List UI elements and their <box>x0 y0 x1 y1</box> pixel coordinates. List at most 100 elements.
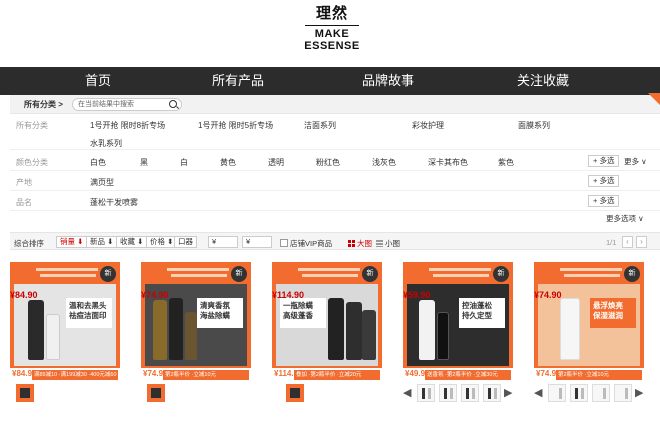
thumbnail-strip <box>10 384 120 408</box>
color-option[interactable]: 白色 <box>90 157 106 168</box>
thumb-prev-icon[interactable]: ◀ <box>403 386 411 400</box>
thumbnail[interactable] <box>16 384 34 402</box>
product-card[interactable]: 新 温和去黑头 祛痘洁面印 ¥84.9 满89减10 ·满199减30 ·400元… <box>10 262 120 408</box>
product-image[interactable]: 新 控油蓬松 持久定型 ¥49.9 送香氛 ·第2瓶半价 ·立减30元 <box>403 262 513 380</box>
sort-general[interactable]: 综合排序 <box>14 238 44 249</box>
all-categories-link[interactable]: 所有分类 > <box>24 99 63 110</box>
brand-logo[interactable]: 理然 MAKE ESSENSE <box>296 4 368 60</box>
more-colors-link[interactable]: 更多 ∨ <box>624 156 647 167</box>
price-range-toggle[interactable]: 口器 <box>174 236 197 248</box>
color-option[interactable]: 黄色 <box>220 157 236 168</box>
big-view-label: 大图 <box>357 239 372 248</box>
brand-en-2: ESSENSE <box>304 40 360 52</box>
category-option[interactable]: 面膜系列 <box>518 120 550 131</box>
sort-new[interactable]: 新品 ⬇ <box>86 236 118 248</box>
thumbnail[interactable] <box>147 384 165 402</box>
filter-label: 品名 <box>16 198 32 207</box>
sort-price[interactable]: 价格 ⬍ <box>146 236 178 248</box>
multi-select-button[interactable]: + 多选 <box>588 155 620 167</box>
color-option[interactable]: 白 <box>180 157 188 168</box>
sort-sales[interactable]: 销量 ⬇ <box>56 236 88 248</box>
product-card[interactable]: 新 控油蓬松 持久定型 ¥49.9 送香氛 ·第2瓶半价 ·立减30元 ◀ ▶ ¥… <box>403 262 513 408</box>
nav-all-products[interactable]: 所有产品 <box>188 67 288 95</box>
multi-select-button[interactable]: + 多选 <box>588 175 620 187</box>
category-option[interactable]: 1号开抢 限时5折专场 <box>198 120 273 131</box>
product-price: ¥84.90 <box>10 290 38 300</box>
prev-page-button[interactable]: ‹ <box>622 236 633 248</box>
search-icon[interactable] <box>169 100 177 108</box>
brand-cn: 理然 <box>315 4 348 22</box>
thumbnail[interactable] <box>483 384 501 402</box>
big-view-toggle[interactable]: 大图 <box>348 238 372 249</box>
product-name-option[interactable]: 蓬松干发喷雾 <box>90 197 138 208</box>
more-options-link[interactable]: 更多选项 ∨ <box>606 213 644 224</box>
filter-search-bar: 所有分类 > 在当前结果中搜索 <box>10 93 660 114</box>
vip-checkbox[interactable] <box>280 239 288 247</box>
product-card[interactable]: 新 一瓶除螨 高级蓬香 ¥114.9 叠加 ·第2瓶半价 ·立减20元 ¥114.… <box>272 262 382 408</box>
max-price-input[interactable]: ¥ <box>242 236 272 248</box>
small-view-toggle[interactable]: 小图 <box>376 238 400 249</box>
product-badge: 新 <box>231 266 247 282</box>
thumbnail[interactable] <box>548 384 566 402</box>
product-price: ¥59.90 <box>403 290 431 300</box>
thumbnail[interactable] <box>614 384 632 402</box>
color-option[interactable]: 紫色 <box>498 157 514 168</box>
product-badge: 新 <box>100 266 116 282</box>
nav-follow[interactable]: 关注收藏 <box>493 67 593 95</box>
filter-row-origin: 产地 满页型 + 多选 <box>10 171 660 191</box>
thumbnail[interactable] <box>439 384 457 402</box>
next-page-button[interactable]: › <box>636 236 647 248</box>
category-option[interactable]: 彩妆护理 <box>412 120 444 131</box>
promo-text: 第2瓶半价 ·立减10元 <box>163 370 249 380</box>
thumbnail[interactable] <box>570 384 588 402</box>
product-panel: 控油蓬松 持久定型 <box>459 298 505 328</box>
thumbnail[interactable] <box>592 384 610 402</box>
min-price-input[interactable]: ¥ <box>208 236 238 248</box>
thumb-next-icon[interactable]: ▶ <box>635 386 643 400</box>
main-nav: 首页 所有产品 品牌故事 关注收藏 <box>0 67 660 95</box>
search-input[interactable]: 在当前结果中搜索 <box>72 98 182 111</box>
nav-home[interactable]: 首页 <box>48 67 148 95</box>
product-price: ¥114.90 <box>272 290 305 300</box>
thumb-prev-icon[interactable]: ◀ <box>534 386 542 400</box>
color-option[interactable]: 深卡其布色 <box>428 157 468 168</box>
product-image[interactable]: 新 一瓶除螨 高级蓬香 ¥114.9 叠加 ·第2瓶半价 ·立减20元 <box>272 262 382 380</box>
origin-option[interactable]: 满页型 <box>90 177 114 188</box>
product-panel: 悬浮焕亮 保湿滋润 <box>590 298 636 328</box>
product-panel: 清爽香氛 海盐除螨 <box>197 298 243 328</box>
promo-text: 叠加 ·第2瓶半价 ·立减20元 <box>294 370 380 380</box>
color-option[interactable]: 粉红色 <box>316 157 340 168</box>
product-image[interactable]: 新 清爽香氛 海盐除螨 ¥74.9 第2瓶半价 ·立减10元 <box>141 262 251 380</box>
filter-row-product-name: 品名 蓬松干发喷雾 + 多选 <box>10 191 660 211</box>
product-price: ¥74.90 <box>534 290 562 300</box>
thumbnail-strip: ◀ ▶ <box>534 384 644 408</box>
vip-filter[interactable]: 店铺VIP商品 <box>280 238 332 249</box>
product-badge: 新 <box>624 266 640 282</box>
thumbnail[interactable] <box>461 384 479 402</box>
thumbnail[interactable] <box>417 384 435 402</box>
color-option[interactable]: 透明 <box>268 157 284 168</box>
category-option[interactable]: 水乳系列 <box>90 138 122 149</box>
promo-text: 第2瓶半价 ·立减10元 <box>556 370 642 380</box>
filter-label: 所有分类 <box>16 121 48 130</box>
multi-select-button[interactable]: + 多选 <box>588 195 620 207</box>
color-option[interactable]: 黑 <box>140 157 148 168</box>
category-option[interactable]: 洁面系列 <box>304 120 336 131</box>
color-option[interactable]: 浅灰色 <box>372 157 396 168</box>
product-card[interactable]: 新 悬浮焕亮 保湿滋润 ¥74.9 第2瓶半价 ·立减10元 ◀ ▶ ¥74.90 <box>534 262 644 408</box>
page-indicator: 1/1 <box>606 238 617 247</box>
filter-panel: 所有分类 > 在当前结果中搜索 所有分类 1号开抢 限时8折专场 1号开抢 限时… <box>10 93 660 227</box>
category-option[interactable]: 1号开抢 限时8折专场 <box>90 120 165 131</box>
logo-divider <box>305 25 359 26</box>
sort-favorites[interactable]: 收藏 ⬇ <box>116 236 148 248</box>
product-image[interactable]: 新 悬浮焕亮 保湿滋润 ¥74.9 第2瓶半价 ·立减10元 <box>534 262 644 380</box>
product-badge: 新 <box>362 266 378 282</box>
product-card[interactable]: 新 清爽香氛 海盐除螨 ¥74.9 第2瓶半价 ·立减10元 ¥74.90 <box>141 262 251 408</box>
product-image[interactable]: 新 温和去黑头 祛痘洁面印 ¥84.9 满89减10 ·满199减30 ·400元… <box>10 262 120 380</box>
nav-brand-story[interactable]: 品牌故事 <box>338 67 438 95</box>
thumbnail-strip <box>272 384 382 408</box>
list-icon <box>376 240 383 247</box>
thumb-next-icon[interactable]: ▶ <box>504 386 512 400</box>
vip-label: 店铺VIP商品 <box>290 239 333 248</box>
thumbnail[interactable] <box>286 384 304 402</box>
